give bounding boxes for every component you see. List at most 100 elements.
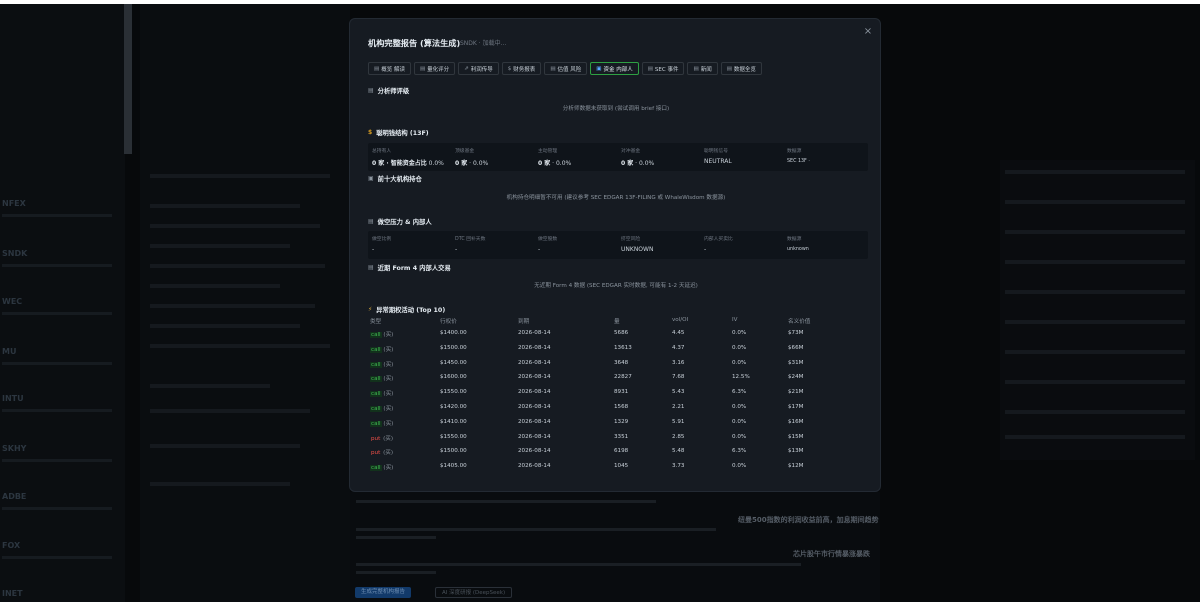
metric-label: 做空股数 [538,237,558,242]
close-icon[interactable]: × [862,26,874,38]
document-icon: ▤ [647,65,653,72]
analyst-empty-note: 分析师数据未获取到 (尝试调用 brief 接口) [562,106,670,112]
cell-volume: 1329 [614,418,629,425]
cell-strike: $1450.00 [440,359,467,366]
column-header: 类型 [370,319,382,325]
watchlist-ticker[interactable]: FOX [2,541,20,550]
generate-report-button[interactable]: 生成完整机构报告 [355,587,412,598]
section-unusual-options: ⚡ 异常期权活动 (Top 10) [368,305,445,314]
tab-data-overview[interactable]: ▤ 数据全览 [720,62,762,75]
table-row: call (买) $1400.00 2026-08-14 5686 4.45 0.0% $7… [368,327,868,342]
metric-label: 聪明钱信号 [704,149,728,154]
watchlist-ticker[interactable]: INET [2,589,23,598]
watchlist-ticker[interactable]: MU [2,347,16,356]
bank-icon: ▣ [596,65,602,72]
metric-value-extra: · 0.0% [633,160,655,167]
trade-side: (买) [383,361,394,368]
trade-side: (买) [383,376,394,383]
cell-volume: 6198 [614,448,629,455]
cell-volume: 8931 [614,389,629,396]
folder-icon: ▤ [726,65,732,72]
cell-expiry: 2026-08-14 [518,433,551,440]
section-title: 前十大机构持仓 [377,176,422,183]
cell-iv: 0.0% [732,359,747,366]
report-icon: ▤ [374,65,380,72]
metric-value: UNKNOWN [621,246,654,253]
tab-financials[interactable]: $ 财务报表 [501,62,542,75]
report-tabs: ▤ 概览 解读 ▤ 量化评分 ⇗ 利润传导 $ 财务报表 ▤ 估值 风险 ▣ 资金 内部人 … [368,62,762,75]
news-headline[interactable]: 纽曼500指数的利润收益前高，加息期间趋势 [738,515,879,525]
unusual-options-table: 类型 行权价 到期 量 vol/OI IV 名义价值 call (买) $1400… [368,314,868,475]
column-header: 行权价 [440,319,457,325]
cell-iv: 12.5% [732,374,750,381]
cell-notional: $16M [788,418,804,425]
table-row: put (买) $1500.00 2026-08-14 6198 5.48 6.3% $13… [368,445,868,460]
tab-overview[interactable]: ▤ 概览 解读 [368,62,411,75]
table-row: call (买) $1410.00 2026-08-14 1329 5.91 0.0% $1… [368,416,868,431]
option-type-badge: call [370,361,382,368]
lightning-icon: ⚡ [368,306,373,313]
column-header: 到期 [518,319,530,325]
cell-expiry: 2026-08-14 [518,330,551,336]
watchlist-ticker[interactable]: WEC [2,297,22,306]
option-type: call (买) [370,345,393,353]
cell-notional: $21M [788,389,804,396]
cell-expiry: 2026-08-14 [518,463,551,470]
cell-strike: $1600.00 [440,374,467,381]
metric-label: 主动管理 [538,149,558,154]
tab-label: 财务报表 [513,66,536,73]
metric-value-extra: 0.0% [426,160,444,167]
option-type: put (买) [370,434,393,442]
tab-news[interactable]: ▤ 新闻 [687,62,718,75]
metric-value: 0 家 [538,160,551,167]
tab-quant-score[interactable]: ▤ 量化评分 [413,62,456,75]
tab-label: 量化评分 [427,66,450,73]
metric-label: 内部人买卖比 [704,237,733,242]
option-type: call (买) [370,360,393,368]
tab-sec-events[interactable]: ▤ SEC 事件 [641,62,685,75]
tab-label: 利润传导 [470,66,493,73]
metric-label: 数据源 [787,237,802,242]
cell-notional: $12M [788,463,804,470]
cell-volume: 13613 [614,344,632,351]
cell-volume: 1568 [614,403,629,410]
clipboard-icon: ▤ [368,87,374,94]
watchlist-ticker[interactable]: INTU [2,394,24,403]
section-title: 做空压力 & 内部人 [377,219,432,226]
tab-label: SEC 事件 [654,66,679,73]
table-row: call (买) $1405.00 2026-08-14 1045 3.73 0.0% $1… [368,460,868,475]
section-smart-money: $ 聪明钱结构 (13F) [368,128,429,137]
cell-notional: $24M [788,374,804,381]
tab-profit-transmission[interactable]: ⇗ 利润传导 [458,62,499,75]
cell-iv: 0.0% [732,463,747,470]
cell-vol-oi: 2.21 [672,403,685,410]
cell-strike: $1405.00 [440,463,467,470]
option-type-badge: call [370,332,382,338]
watchlist-ticker[interactable]: ADBE [2,492,26,501]
cell-strike: $1500.00 [440,344,467,351]
money-bag-icon: $ [368,129,373,136]
news-headline[interactable]: 芯片股午市行情暴涨暴跌 [793,549,870,559]
section-title: 近期 Form 4 内部人交易 [377,265,451,272]
watchlist-ticker[interactable]: NFEX [2,199,26,208]
metric-value-extra: · 0.0% [550,160,572,167]
report-icon: ▤ [419,65,426,72]
section-title: 分析师评级 [377,88,410,95]
metric-label: 挤空风险 [621,237,641,242]
cell-vol-oi: 4.37 [672,344,685,351]
table-header: 类型 行权价 到期 量 vol/OI IV 名义价值 [368,314,868,327]
tab-label: 估值 风险 [557,66,582,73]
bank-icon: ▣ [368,175,374,182]
option-type-badge: call [370,346,382,353]
tab-valuation-risk[interactable]: ▤ 估值 风险 [544,62,588,75]
watchlist-ticker[interactable]: SKHY [2,444,26,453]
ai-research-button[interactable]: AI 深度研报 (DeepSeek) [435,587,513,598]
money-bag-icon: $ [507,65,512,72]
cell-vol-oi: 4.45 [672,330,685,336]
sidebar-scrollbar[interactable] [124,4,132,154]
cell-notional: $15M [788,433,804,440]
tab-capital-insiders[interactable]: ▣ 资金 内部人 [590,62,639,75]
watchlist-ticker[interactable]: SNDK [2,249,27,258]
metric-value: 0 家 · 智能资金占比 [372,160,427,167]
cell-volume: 22827 [614,374,632,381]
